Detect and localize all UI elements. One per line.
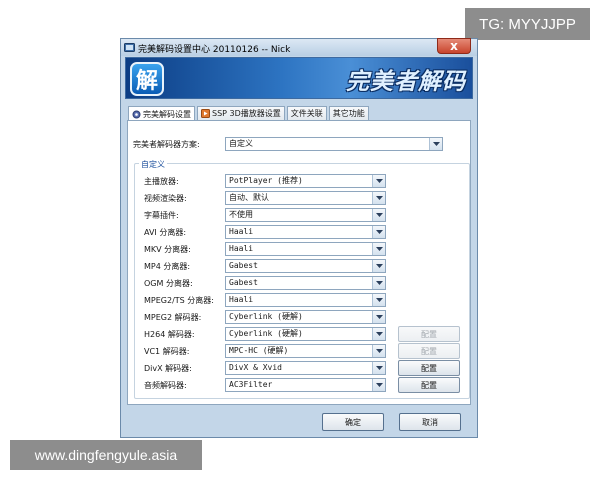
vc1-decoder-dropdown[interactable]: MPC-HC (硬解) bbox=[225, 344, 386, 358]
avi-splitter-label: AVI 分离器: bbox=[144, 228, 187, 237]
config-label: 配置 bbox=[421, 363, 437, 373]
divx-decoder-config-button[interactable]: 配置 bbox=[398, 360, 460, 376]
video-renderer-dropdown[interactable]: 自动、默认 bbox=[225, 191, 386, 205]
video-renderer-label: 视频渲染器: bbox=[144, 194, 187, 203]
chevron-down-icon[interactable] bbox=[372, 362, 385, 374]
config-label: 配置 bbox=[421, 329, 437, 339]
h264-decoder-label: H264 解码器: bbox=[144, 330, 195, 339]
chevron-down-icon[interactable] bbox=[372, 175, 385, 187]
tab-other-functions[interactable]: 其它功能 bbox=[328, 106, 369, 120]
vc1-decoder-config-button: 配置 bbox=[398, 343, 460, 359]
h264-decoder-value: Cyberlink (硬解) bbox=[229, 329, 303, 338]
cancel-label: 取消 bbox=[422, 417, 438, 427]
cancel-button[interactable]: 取消 bbox=[399, 413, 461, 431]
tg-watermark-badge: TG: MYYJJPP bbox=[465, 8, 590, 40]
mpeg2-decoder-dropdown[interactable]: Cyberlink (硬解) bbox=[225, 310, 386, 324]
chevron-down-icon[interactable] bbox=[372, 345, 385, 357]
tab-strip: 完美解码设置 SSP 3D播放器设置 文件关联 其它功能 bbox=[128, 106, 371, 121]
mkv-splitter-value: Haali bbox=[229, 244, 254, 253]
group-title: 自定义 bbox=[139, 159, 167, 170]
chevron-down-icon[interactable] bbox=[372, 379, 385, 391]
vc1-decoder-value: MPC-HC (硬解) bbox=[229, 346, 289, 355]
h264-decoder-dropdown[interactable]: Cyberlink (硬解) bbox=[225, 327, 386, 341]
close-icon: x bbox=[450, 39, 458, 53]
divx-decoder-dropdown[interactable]: DivX & Xvid bbox=[225, 361, 386, 375]
mpeg2-decoder-value: Cyberlink (硬解) bbox=[229, 312, 303, 321]
mpeg2-ts-splitter-value: Haali bbox=[229, 295, 254, 304]
ogm-splitter-value: Gabest bbox=[229, 278, 258, 287]
vc1-decoder-label: VC1 解码器: bbox=[144, 347, 190, 356]
settings-window: 完美解码设置中心 20110126 -- Nick x 解 完美者解码 完美解码… bbox=[120, 38, 478, 438]
mp4-splitter-label: MP4 分离器: bbox=[144, 262, 191, 271]
tab-decoder-settings[interactable]: 完美解码设置 bbox=[128, 106, 195, 121]
scheme-label: 完美者解码器方案: bbox=[133, 140, 200, 149]
ok-label: 确定 bbox=[345, 417, 361, 427]
ogm-splitter-label: OGM 分离器: bbox=[144, 279, 193, 288]
tab-file-association[interactable]: 文件关联 bbox=[286, 106, 327, 120]
tab-ssp-3d-player[interactable]: SSP 3D播放器设置 bbox=[197, 106, 285, 120]
h264-decoder-config-button: 配置 bbox=[398, 326, 460, 342]
mkv-splitter-dropdown[interactable]: Haali bbox=[225, 242, 386, 256]
subtitle-plugin-dropdown[interactable]: 不使用 bbox=[225, 208, 386, 222]
avi-splitter-value: Haali bbox=[229, 227, 254, 236]
audio-decoder-dropdown[interactable]: AC3Filter bbox=[225, 378, 386, 392]
chevron-down-icon[interactable] bbox=[372, 192, 385, 204]
main-player-label: 主播放器: bbox=[144, 177, 179, 186]
mp4-splitter-value: Gabest bbox=[229, 261, 258, 270]
chevron-down-icon[interactable] bbox=[372, 260, 385, 272]
brand-logo-text: 完美者解码 bbox=[346, 69, 466, 95]
audio-decoder-value: AC3Filter bbox=[229, 380, 273, 389]
mpeg2-ts-splitter-label: MPEG2/TS 分离器: bbox=[144, 296, 214, 305]
tab-label: 其它功能 bbox=[332, 109, 365, 118]
chevron-down-icon[interactable] bbox=[372, 277, 385, 289]
audio-decoder-config-button[interactable]: 配置 bbox=[398, 377, 460, 393]
divx-decoder-label: DivX 解码器: bbox=[144, 364, 192, 373]
config-label: 配置 bbox=[421, 380, 437, 390]
chevron-down-icon[interactable] bbox=[372, 243, 385, 255]
window-title: 完美解码设置中心 20110126 -- Nick bbox=[138, 45, 291, 55]
chevron-down-icon[interactable] bbox=[372, 226, 385, 238]
chevron-down-icon[interactable] bbox=[372, 209, 385, 221]
ogm-splitter-dropdown[interactable]: Gabest bbox=[225, 276, 386, 290]
mkv-splitter-label: MKV 分离器: bbox=[144, 245, 191, 254]
chevron-down-icon[interactable] bbox=[429, 138, 442, 150]
subtitle-plugin-value: 不使用 bbox=[229, 210, 253, 219]
app-icon bbox=[124, 43, 135, 52]
chevron-down-icon[interactable] bbox=[372, 328, 385, 340]
chevron-down-icon[interactable] bbox=[372, 294, 385, 306]
ok-button[interactable]: 确定 bbox=[322, 413, 384, 431]
video-renderer-value: 自动、默认 bbox=[229, 193, 269, 202]
main-player-dropdown[interactable]: PotPlayer (推荐) bbox=[225, 174, 386, 188]
config-label: 配置 bbox=[421, 346, 437, 356]
avi-splitter-dropdown[interactable]: Haali bbox=[225, 225, 386, 239]
subtitle-plugin-label: 字幕插件: bbox=[144, 211, 179, 220]
app-logo: 解 bbox=[130, 62, 164, 96]
close-button[interactable]: x bbox=[437, 38, 471, 54]
tab-label: SSP 3D播放器设置 bbox=[212, 109, 281, 118]
title-bar[interactable]: 完美解码设置中心 20110126 -- Nick x bbox=[121, 38, 477, 56]
mp4-splitter-dropdown[interactable]: Gabest bbox=[225, 259, 386, 273]
mpeg2-decoder-label: MPEG2 解码器: bbox=[144, 313, 202, 322]
tab-label: 完美解码设置 bbox=[143, 109, 191, 119]
scheme-value: 自定义 bbox=[229, 139, 253, 148]
site-watermark-badge: www.dingfengyule.asia bbox=[10, 440, 202, 470]
player-icon bbox=[201, 109, 210, 118]
audio-decoder-label: 音频解码器: bbox=[144, 381, 187, 390]
gear-icon bbox=[132, 110, 141, 118]
scheme-dropdown[interactable]: 自定义 bbox=[225, 137, 443, 151]
header-banner: 解 完美者解码 bbox=[125, 57, 473, 99]
main-player-value: PotPlayer (推荐) bbox=[229, 176, 303, 185]
chevron-down-icon[interactable] bbox=[372, 311, 385, 323]
divx-decoder-value: DivX & Xvid bbox=[229, 363, 282, 372]
tab-label: 文件关联 bbox=[290, 109, 323, 118]
mpeg2-ts-splitter-dropdown[interactable]: Haali bbox=[225, 293, 386, 307]
